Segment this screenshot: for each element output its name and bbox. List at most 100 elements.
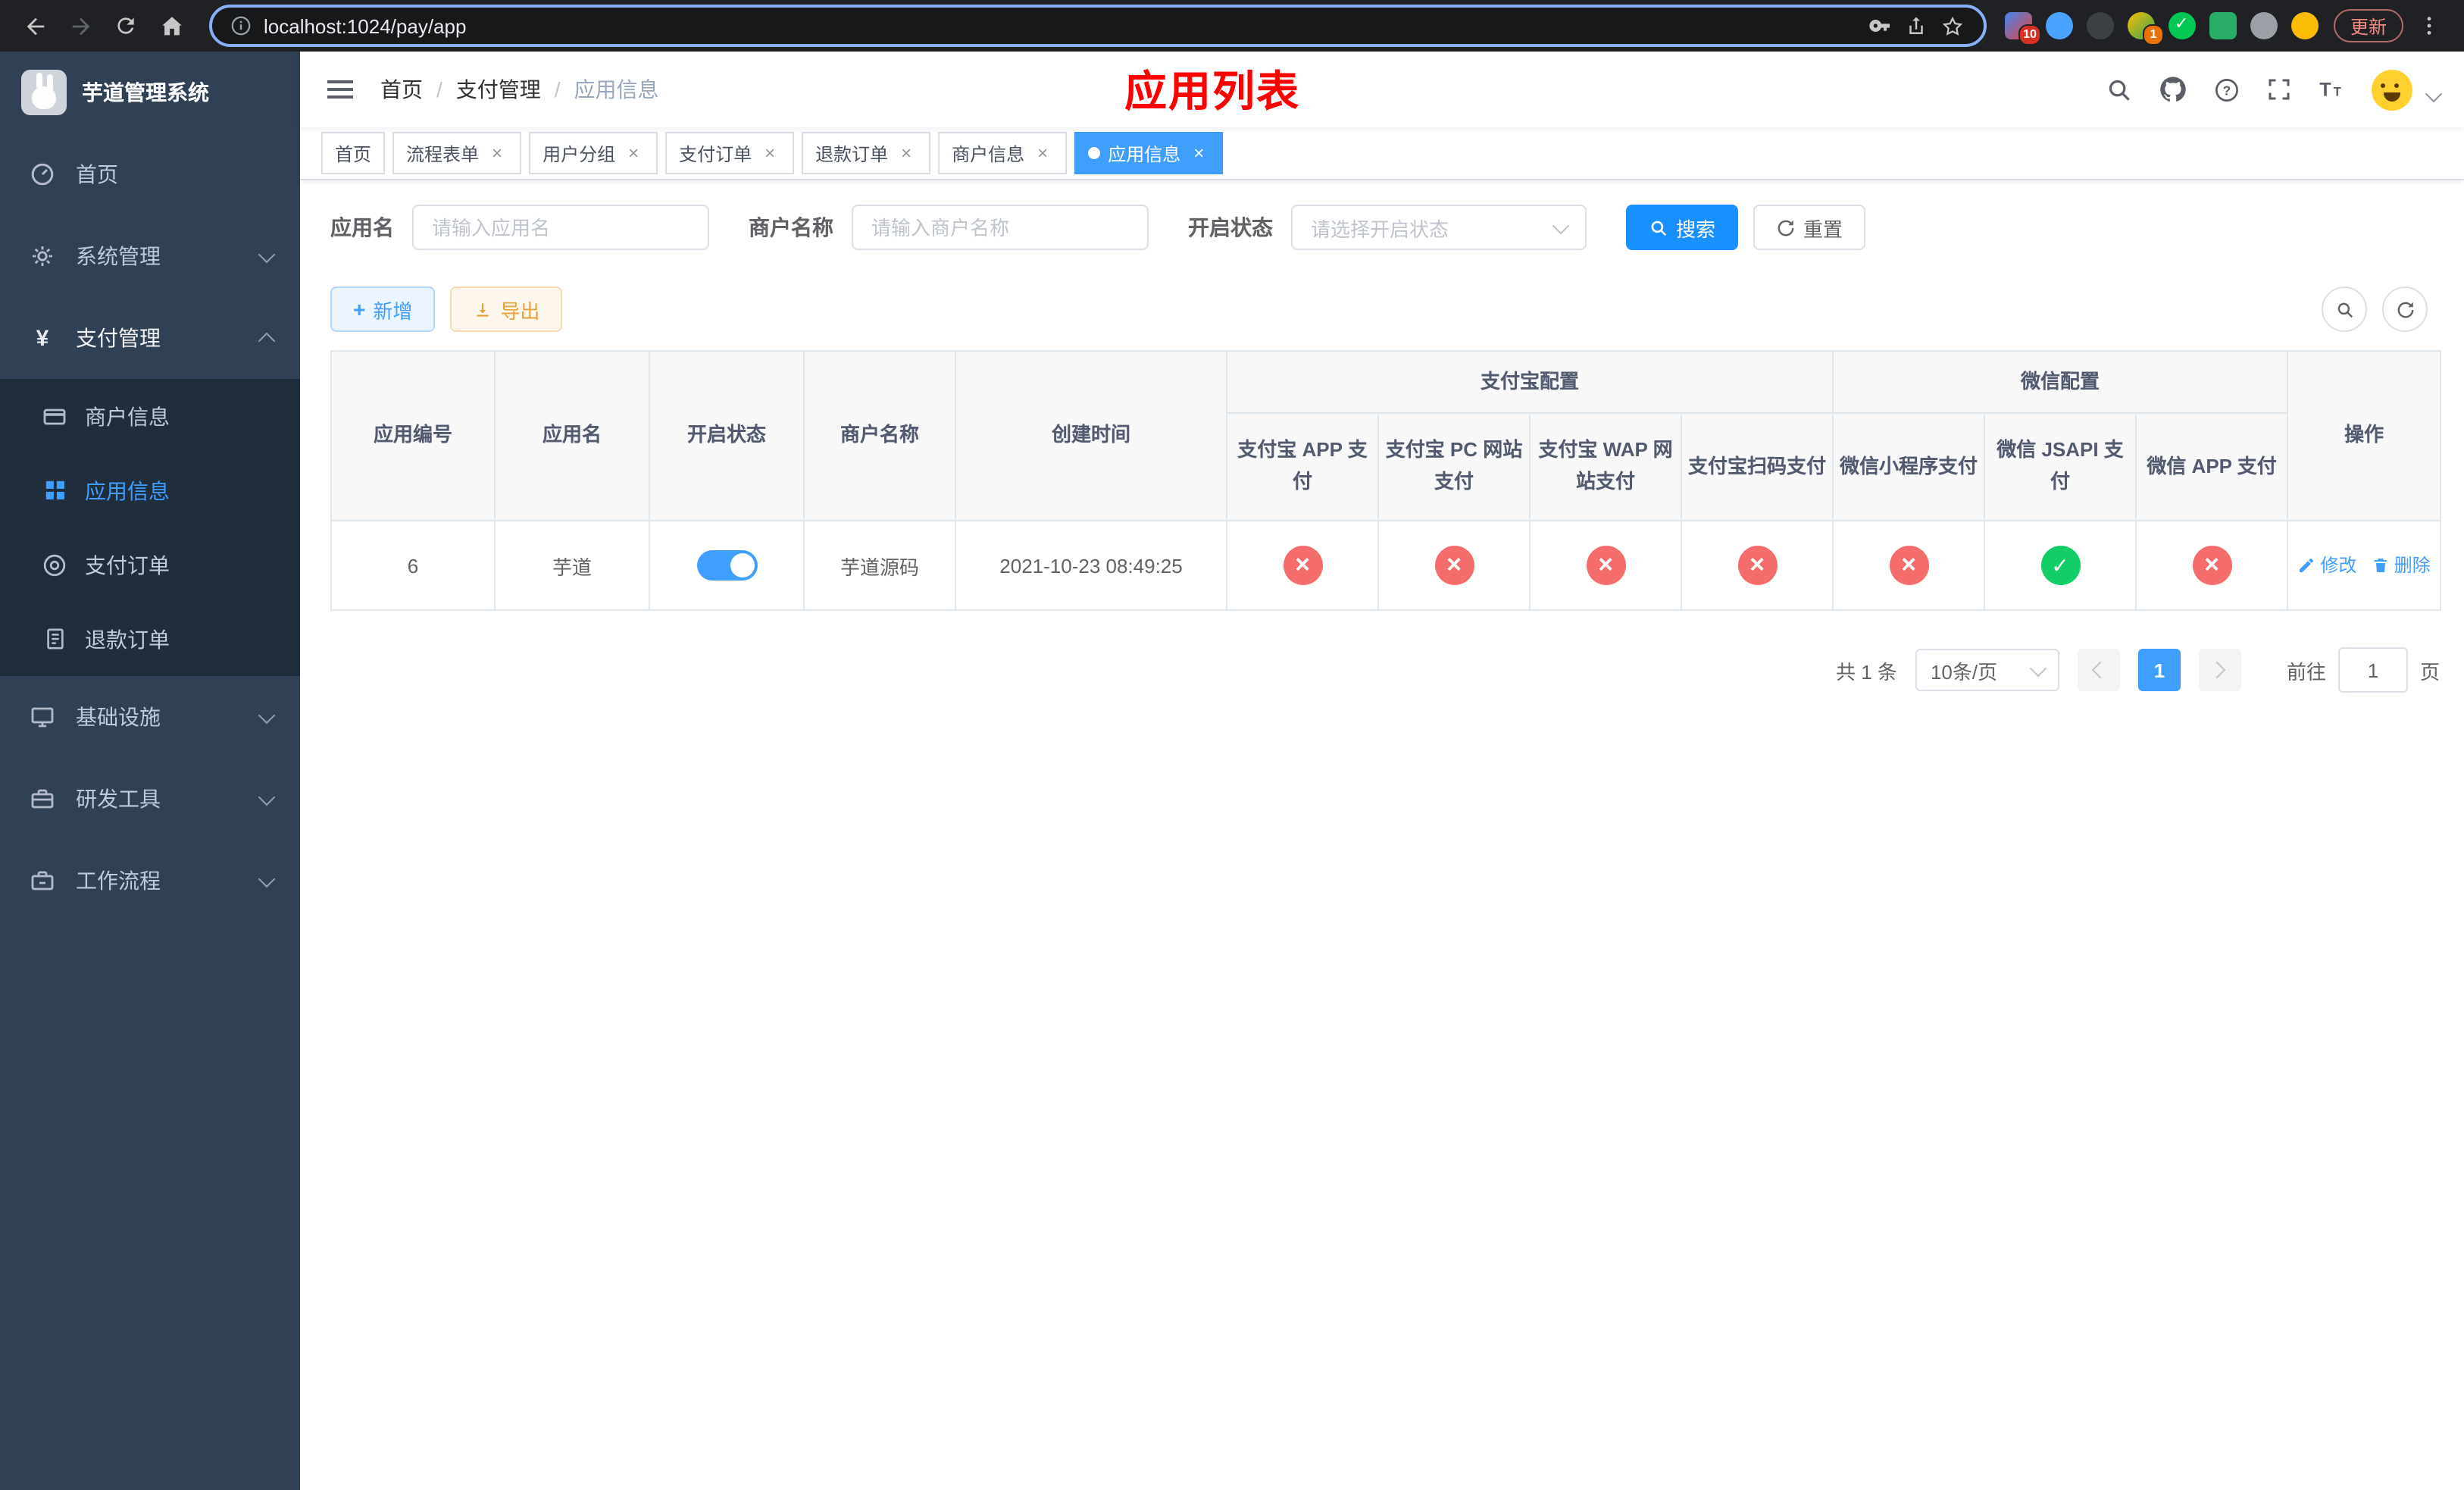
trash-icon	[2374, 558, 2387, 572]
merchant-name-input[interactable]	[852, 205, 1149, 250]
search-button[interactable]: 搜索	[1626, 205, 1739, 250]
font-size-icon[interactable]: TT	[2317, 74, 2347, 105]
next-page-button[interactable]	[2198, 649, 2241, 691]
browser-menu-button[interactable]	[2409, 6, 2449, 45]
edit-label: 修改	[2320, 555, 2357, 577]
password-key-icon[interactable]	[1868, 14, 1893, 38]
tab-app-info-active[interactable]: 应用信息	[1074, 132, 1224, 174]
goto-page: 前往 页	[2287, 647, 2440, 693]
extension-icon-5[interactable]	[2168, 12, 2196, 39]
logo-avatar	[21, 70, 67, 115]
sidebar-item-merchant-info[interactable]: 商户信息	[0, 379, 300, 453]
bookmark-star-icon[interactable]	[1940, 13, 1965, 39]
cell-wx-app	[2135, 520, 2289, 611]
reload-icon	[117, 17, 134, 34]
add-button[interactable]: 新增	[330, 286, 436, 332]
tab-label: 用户分组	[543, 143, 616, 164]
help-icon[interactable]: ?	[2212, 75, 2241, 104]
extension-icon-4[interactable]: 1	[2127, 12, 2164, 45]
sidebar-item-payment[interactable]: ¥ 支付管理	[0, 297, 300, 379]
extension-pin-icon[interactable]	[2250, 12, 2278, 39]
forward-button[interactable]	[61, 6, 100, 45]
sidebar-item-label: 退款订单	[85, 627, 170, 651]
sidebar-item-app-info[interactable]: 应用信息	[0, 453, 300, 527]
browser-update-button[interactable]: 更新	[2333, 9, 2403, 42]
sidebar-toggle-button[interactable]	[324, 74, 356, 105]
fullscreen-icon[interactable]	[2265, 76, 2293, 103]
extension-icon-3[interactable]	[2086, 12, 2114, 39]
breadcrumb-payment[interactable]: 支付管理	[456, 74, 541, 105]
status-cross-icon	[1737, 546, 1777, 585]
url-text[interactable]: localhost:1024/pay/app	[264, 14, 1856, 37]
goto-page-input[interactable]	[2337, 647, 2408, 693]
close-icon[interactable]	[623, 142, 644, 164]
avatar-dropdown-caret[interactable]	[2425, 85, 2443, 103]
reload-button[interactable]	[106, 6, 145, 45]
close-icon[interactable]	[486, 142, 508, 164]
status-toggle[interactable]	[696, 550, 757, 581]
breadcrumb: 首页 支付管理 应用信息	[380, 74, 659, 105]
close-icon[interactable]	[759, 142, 780, 164]
group-header-wechat: 微信配置	[1832, 350, 2289, 414]
extension-icon-2[interactable]	[2045, 12, 2073, 39]
tab-user-group[interactable]: 用户分组	[529, 132, 658, 174]
status-select-placeholder: 请选择开启状态	[1311, 218, 1449, 240]
sidebar-item-workflow[interactable]: 工作流程	[0, 840, 300, 922]
delete-label: 删除	[2394, 555, 2431, 577]
yen-icon: ¥	[36, 325, 49, 351]
tab-pay-order[interactable]: 支付订单	[665, 132, 795, 174]
sidebar-item-pay-order[interactable]: 支付订单	[0, 527, 300, 602]
github-icon[interactable]	[2158, 74, 2188, 105]
status-select[interactable]: 请选择开启状态	[1291, 205, 1587, 250]
sidebar-item-home[interactable]: 首页	[0, 133, 300, 215]
share-icon[interactable]	[1905, 14, 1928, 37]
tab-label: 首页	[335, 143, 372, 164]
sidebar-item-system[interactable]: 系统管理	[0, 215, 300, 297]
toggle-search-button[interactable]	[2322, 286, 2367, 332]
back-button[interactable]	[15, 6, 55, 45]
extension-icon-6[interactable]	[2209, 12, 2237, 39]
sidebar-item-infrastructure[interactable]: 基础设施	[0, 676, 300, 758]
edit-pencil-icon	[2300, 558, 2314, 572]
sidebar-item-label: 支付订单	[85, 552, 170, 577]
page-size-select[interactable]: 10条/页	[1915, 649, 2059, 691]
export-button[interactable]: 导出	[450, 286, 563, 332]
status-check-icon	[2040, 546, 2081, 585]
merchant-name-label: 商户名称	[749, 215, 833, 239]
delete-button[interactable]: 删除	[2372, 552, 2431, 578]
sidebar-item-devtools[interactable]: 研发工具	[0, 758, 300, 840]
refresh-table-button[interactable]	[2382, 286, 2428, 332]
user-avatar[interactable]	[2372, 69, 2412, 110]
tab-home[interactable]: 首页	[321, 132, 386, 174]
current-page-button[interactable]: 1	[2137, 649, 2181, 691]
close-icon[interactable]	[896, 142, 917, 164]
reset-button[interactable]: 重置	[1753, 205, 1866, 250]
status-cross-icon	[1586, 546, 1625, 585]
home-button[interactable]	[152, 6, 191, 45]
site-info-icon[interactable]	[230, 15, 252, 36]
tab-process-form[interactable]: 流程表单	[392, 132, 522, 174]
col-alipay-pc: 支付宝 PC 网站支付	[1377, 412, 1531, 521]
search-icon[interactable]	[2105, 75, 2134, 104]
close-icon[interactable]	[1032, 142, 1053, 164]
sidebar-item-refund-order[interactable]: 退款订单	[0, 602, 300, 676]
close-icon[interactable]	[1188, 142, 1209, 164]
cell-app-name: 芋道	[494, 520, 650, 611]
extension-icon-1[interactable]: 10	[2004, 12, 2041, 45]
svg-text:T: T	[2319, 79, 2331, 100]
col-alipay-app: 支付宝 APP 支付	[1226, 412, 1379, 521]
address-bar[interactable]: localhost:1024/pay/app	[209, 5, 1987, 47]
extension-face-icon[interactable]	[2290, 12, 2319, 39]
search-button-label: 搜索	[1676, 218, 1716, 240]
col-wx-jsapi: 微信 JSAPI 支付	[1984, 412, 2137, 521]
breadcrumb-home[interactable]: 首页	[380, 74, 423, 105]
tab-merchant-info[interactable]: 商户信息	[938, 132, 1068, 174]
prev-page-button[interactable]	[2077, 649, 2120, 691]
app-name-input[interactable]	[412, 205, 709, 250]
page-title: 应用列表	[1124, 68, 1301, 115]
tab-refund-order[interactable]: 退款订单	[802, 132, 931, 174]
status-cross-icon	[2192, 546, 2232, 585]
tab-label: 应用信息	[1108, 143, 1181, 164]
edit-button[interactable]: 修改	[2297, 552, 2356, 578]
extensions-area: 10 1	[2004, 12, 2319, 45]
